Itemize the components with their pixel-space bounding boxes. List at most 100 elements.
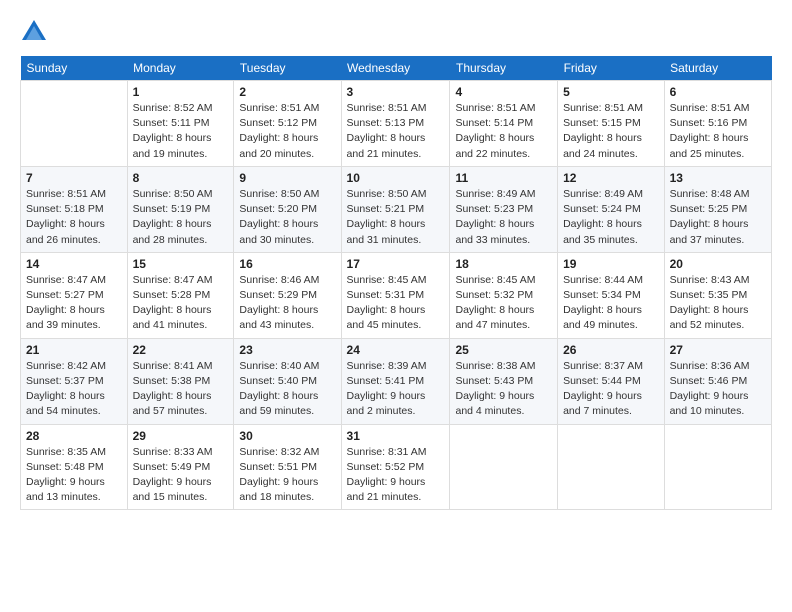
calendar-cell: 25 Sunrise: 8:38 AM Sunset: 5:43 PM Dayli… bbox=[450, 338, 558, 424]
calendar-cell: 24 Sunrise: 8:39 AM Sunset: 5:41 PM Dayli… bbox=[341, 338, 450, 424]
calendar-cell: 2 Sunrise: 8:51 AM Sunset: 5:12 PM Daylig… bbox=[234, 81, 341, 167]
calendar-cell: 10Sunrise: 8:50 AM Sunset: 5:21 PM Dayli… bbox=[341, 166, 450, 252]
day-number: 16 bbox=[239, 257, 335, 271]
day-number: 17 bbox=[347, 257, 445, 271]
day-number: 26 bbox=[563, 343, 659, 357]
calendar-cell: 22 Sunrise: 8:41 AM Sunset: 5:38 PM Dayli… bbox=[127, 338, 234, 424]
calendar-cell: 29Sunrise: 8:33 AM Sunset: 5:49 PM Dayli… bbox=[127, 424, 234, 510]
day-number: 18 bbox=[455, 257, 552, 271]
day-info: Sunrise: 8:49 AM Sunset: 5:23 PM Dayligh… bbox=[455, 187, 552, 248]
day-info: Sunrise: 8:50 AM Sunset: 5:21 PM Dayligh… bbox=[347, 187, 445, 248]
col-header-friday: Friday bbox=[558, 56, 665, 81]
calendar-cell: 14 Sunrise: 8:47 AM Sunset: 5:27 PM Dayli… bbox=[21, 252, 128, 338]
week-row-0: 1 Sunrise: 8:52 AM Sunset: 5:11 PM Daylig… bbox=[21, 81, 772, 167]
day-info: Sunrise: 8:45 AM Sunset: 5:31 PM Dayligh… bbox=[347, 273, 445, 334]
day-number: 25 bbox=[455, 343, 552, 357]
col-header-saturday: Saturday bbox=[664, 56, 771, 81]
calendar-cell: 8 Sunrise: 8:50 AM Sunset: 5:19 PM Daylig… bbox=[127, 166, 234, 252]
day-number: 22 bbox=[133, 343, 229, 357]
day-number: 14 bbox=[26, 257, 122, 271]
day-number: 20 bbox=[670, 257, 766, 271]
day-number: 6 bbox=[670, 85, 766, 99]
calendar-cell: 17 Sunrise: 8:45 AM Sunset: 5:31 PM Dayli… bbox=[341, 252, 450, 338]
day-number: 21 bbox=[26, 343, 122, 357]
day-number: 1 bbox=[133, 85, 229, 99]
calendar-cell bbox=[21, 81, 128, 167]
day-info: Sunrise: 8:52 AM Sunset: 5:11 PM Dayligh… bbox=[133, 101, 229, 162]
day-info: Sunrise: 8:40 AM Sunset: 5:40 PM Dayligh… bbox=[239, 359, 335, 420]
logo-icon bbox=[20, 18, 48, 46]
day-info: Sunrise: 8:50 AM Sunset: 5:19 PM Dayligh… bbox=[133, 187, 229, 248]
calendar-cell: 13 Sunrise: 8:48 AM Sunset: 5:25 PM Dayli… bbox=[664, 166, 771, 252]
col-header-monday: Monday bbox=[127, 56, 234, 81]
day-info: Sunrise: 8:49 AM Sunset: 5:24 PM Dayligh… bbox=[563, 187, 659, 248]
header-row: SundayMondayTuesdayWednesdayThursdayFrid… bbox=[21, 56, 772, 81]
day-info: Sunrise: 8:41 AM Sunset: 5:38 PM Dayligh… bbox=[133, 359, 229, 420]
day-number: 2 bbox=[239, 85, 335, 99]
col-header-wednesday: Wednesday bbox=[341, 56, 450, 81]
col-header-tuesday: Tuesday bbox=[234, 56, 341, 81]
logo bbox=[20, 18, 52, 46]
calendar-cell: 21Sunrise: 8:42 AM Sunset: 5:37 PM Dayli… bbox=[21, 338, 128, 424]
week-row-1: 7 Sunrise: 8:51 AM Sunset: 5:18 PM Daylig… bbox=[21, 166, 772, 252]
calendar-cell: 12Sunrise: 8:49 AM Sunset: 5:24 PM Dayli… bbox=[558, 166, 665, 252]
calendar-cell: 20 Sunrise: 8:43 AM Sunset: 5:35 PM Dayli… bbox=[664, 252, 771, 338]
day-info: Sunrise: 8:51 AM Sunset: 5:16 PM Dayligh… bbox=[670, 101, 766, 162]
day-info: Sunrise: 8:31 AM Sunset: 5:52 PM Dayligh… bbox=[347, 445, 445, 506]
calendar-table: SundayMondayTuesdayWednesdayThursdayFrid… bbox=[20, 56, 772, 510]
calendar-cell: 27 Sunrise: 8:36 AM Sunset: 5:46 PM Dayli… bbox=[664, 338, 771, 424]
calendar-cell: 7 Sunrise: 8:51 AM Sunset: 5:18 PM Daylig… bbox=[21, 166, 128, 252]
day-info: Sunrise: 8:35 AM Sunset: 5:48 PM Dayligh… bbox=[26, 445, 122, 506]
week-row-3: 21Sunrise: 8:42 AM Sunset: 5:37 PM Dayli… bbox=[21, 338, 772, 424]
calendar-cell: 28Sunrise: 8:35 AM Sunset: 5:48 PM Dayli… bbox=[21, 424, 128, 510]
day-number: 7 bbox=[26, 171, 122, 185]
calendar-cell: 5 Sunrise: 8:51 AM Sunset: 5:15 PM Daylig… bbox=[558, 81, 665, 167]
day-info: Sunrise: 8:33 AM Sunset: 5:49 PM Dayligh… bbox=[133, 445, 229, 506]
day-info: Sunrise: 8:51 AM Sunset: 5:13 PM Dayligh… bbox=[347, 101, 445, 162]
day-number: 13 bbox=[670, 171, 766, 185]
day-info: Sunrise: 8:51 AM Sunset: 5:12 PM Dayligh… bbox=[239, 101, 335, 162]
day-number: 24 bbox=[347, 343, 445, 357]
day-info: Sunrise: 8:44 AM Sunset: 5:34 PM Dayligh… bbox=[563, 273, 659, 334]
day-number: 31 bbox=[347, 429, 445, 443]
day-number: 23 bbox=[239, 343, 335, 357]
day-info: Sunrise: 8:38 AM Sunset: 5:43 PM Dayligh… bbox=[455, 359, 552, 420]
calendar-cell: 6 Sunrise: 8:51 AM Sunset: 5:16 PM Daylig… bbox=[664, 81, 771, 167]
calendar-cell bbox=[664, 424, 771, 510]
week-row-4: 28Sunrise: 8:35 AM Sunset: 5:48 PM Dayli… bbox=[21, 424, 772, 510]
calendar-cell: 19 Sunrise: 8:44 AM Sunset: 5:34 PM Dayli… bbox=[558, 252, 665, 338]
calendar-cell: 15Sunrise: 8:47 AM Sunset: 5:28 PM Dayli… bbox=[127, 252, 234, 338]
calendar-cell: 1 Sunrise: 8:52 AM Sunset: 5:11 PM Daylig… bbox=[127, 81, 234, 167]
calendar-cell: 16 Sunrise: 8:46 AM Sunset: 5:29 PM Dayli… bbox=[234, 252, 341, 338]
page: SundayMondayTuesdayWednesdayThursdayFrid… bbox=[0, 0, 792, 612]
calendar-cell: 23 Sunrise: 8:40 AM Sunset: 5:40 PM Dayli… bbox=[234, 338, 341, 424]
day-info: Sunrise: 8:43 AM Sunset: 5:35 PM Dayligh… bbox=[670, 273, 766, 334]
calendar-cell: 9 Sunrise: 8:50 AM Sunset: 5:20 PM Daylig… bbox=[234, 166, 341, 252]
day-info: Sunrise: 8:45 AM Sunset: 5:32 PM Dayligh… bbox=[455, 273, 552, 334]
day-info: Sunrise: 8:37 AM Sunset: 5:44 PM Dayligh… bbox=[563, 359, 659, 420]
day-number: 8 bbox=[133, 171, 229, 185]
day-number: 15 bbox=[133, 257, 229, 271]
calendar-cell: 4Sunrise: 8:51 AM Sunset: 5:14 PM Daylig… bbox=[450, 81, 558, 167]
day-number: 27 bbox=[670, 343, 766, 357]
day-number: 3 bbox=[347, 85, 445, 99]
col-header-sunday: Sunday bbox=[21, 56, 128, 81]
day-info: Sunrise: 8:48 AM Sunset: 5:25 PM Dayligh… bbox=[670, 187, 766, 248]
day-info: Sunrise: 8:51 AM Sunset: 5:18 PM Dayligh… bbox=[26, 187, 122, 248]
day-number: 11 bbox=[455, 171, 552, 185]
day-number: 30 bbox=[239, 429, 335, 443]
calendar-cell: 18 Sunrise: 8:45 AM Sunset: 5:32 PM Dayli… bbox=[450, 252, 558, 338]
calendar-cell bbox=[558, 424, 665, 510]
day-number: 9 bbox=[239, 171, 335, 185]
day-info: Sunrise: 8:51 AM Sunset: 5:15 PM Dayligh… bbox=[563, 101, 659, 162]
day-number: 19 bbox=[563, 257, 659, 271]
day-info: Sunrise: 8:39 AM Sunset: 5:41 PM Dayligh… bbox=[347, 359, 445, 420]
day-info: Sunrise: 8:46 AM Sunset: 5:29 PM Dayligh… bbox=[239, 273, 335, 334]
day-info: Sunrise: 8:47 AM Sunset: 5:27 PM Dayligh… bbox=[26, 273, 122, 334]
week-row-2: 14 Sunrise: 8:47 AM Sunset: 5:27 PM Dayli… bbox=[21, 252, 772, 338]
header bbox=[20, 18, 772, 46]
day-number: 5 bbox=[563, 85, 659, 99]
day-info: Sunrise: 8:50 AM Sunset: 5:20 PM Dayligh… bbox=[239, 187, 335, 248]
day-info: Sunrise: 8:36 AM Sunset: 5:46 PM Dayligh… bbox=[670, 359, 766, 420]
calendar-cell: 31 Sunrise: 8:31 AM Sunset: 5:52 PM Dayli… bbox=[341, 424, 450, 510]
